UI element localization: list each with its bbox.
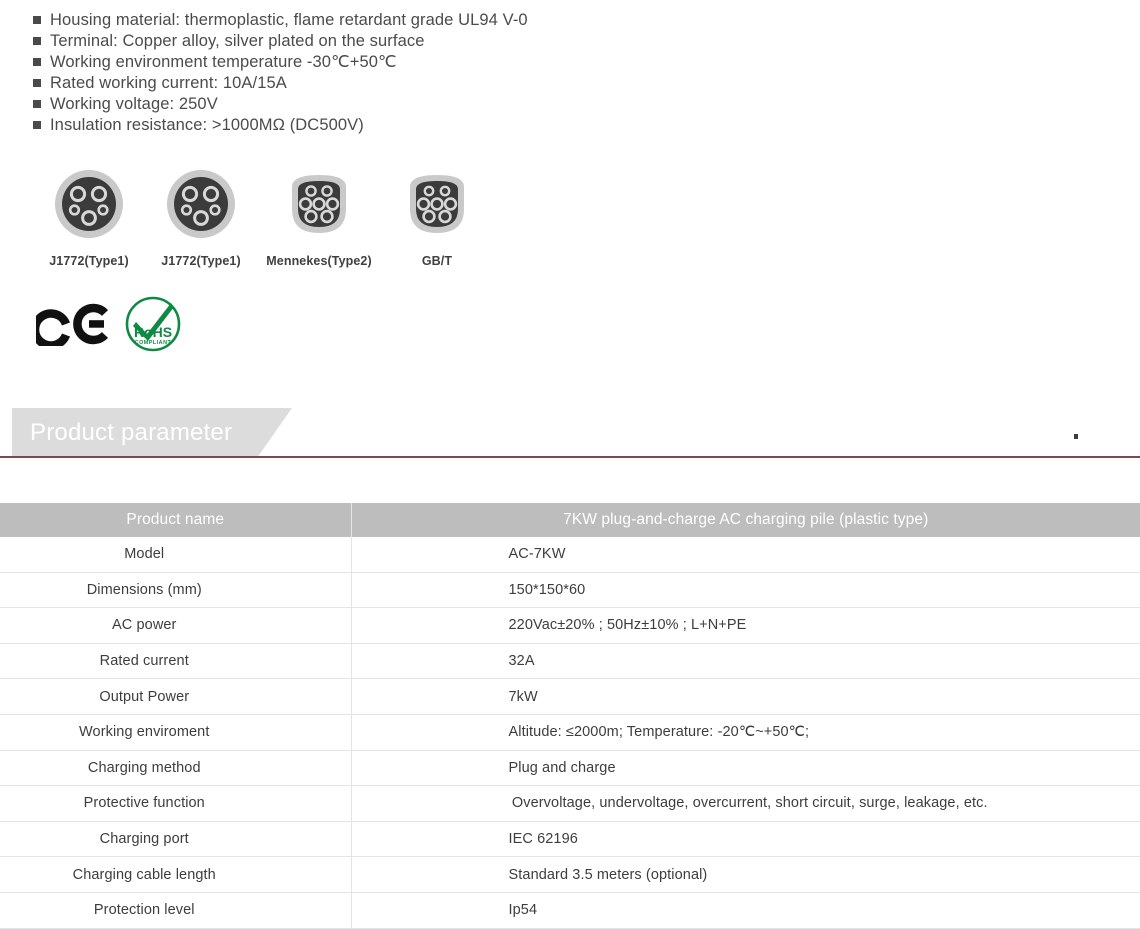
spec-list-item: Working environment temperature -30℃+50℃	[0, 52, 1140, 73]
connector-item: J1772(Type1)	[148, 168, 254, 268]
section-banner: Product parameter	[0, 408, 1140, 468]
table-cell-parameter-value: 150*150*60	[351, 572, 1140, 609]
square-bullet-icon	[33, 100, 41, 108]
square-bullet-icon	[33, 16, 41, 24]
table-row: Protective function Overvoltage, undervol…	[0, 785, 1140, 822]
connector-item: GB/T	[398, 168, 476, 268]
ce-mark-logo	[36, 303, 109, 346]
table-row: Output Power 7kW	[0, 678, 1140, 715]
table-cell-parameter-name: Dimensions (mm)	[0, 572, 352, 609]
square-bullet-icon	[33, 79, 41, 87]
table-cell-parameter-name: Working enviroment	[0, 714, 352, 751]
table-body: Model AC-7KW Dimensions (mm) 150*150*60 AC p…	[0, 537, 1140, 929]
table-cell-parameter-name: Protection level	[0, 892, 352, 929]
spec-list-item: Housing material: thermoplastic, flame r…	[0, 10, 1140, 31]
connector-types-row: J1772(Type1) J1772(Type1) Mennekes(Type2) G…	[0, 168, 1140, 283]
table-cell-parameter-name: Charging port	[0, 821, 352, 858]
table-row: Charging cable length Standard 3.5 meters…	[0, 856, 1140, 893]
table-cell-parameter-value: Altitude: ≤2000m; Temperature: -20℃~+50℃…	[351, 714, 1140, 751]
table-row: Rated current 32A	[0, 643, 1140, 680]
spec-list-item-label: Working voltage: 250V	[50, 95, 218, 113]
square-bullet-icon	[33, 58, 41, 66]
square-bullet-icon	[33, 121, 41, 129]
spec-list-item: Terminal: Copper alloy, silver plated on…	[0, 31, 1140, 52]
connector-label: Mennekes(Type2)	[266, 254, 372, 268]
table-cell-parameter-name: Protective function	[0, 785, 352, 822]
spec-list-item-label: Housing material: thermoplastic, flame r…	[50, 11, 528, 29]
table-cell-parameter-value: 7kW	[351, 678, 1140, 715]
decorative-dot	[1074, 434, 1078, 439]
spec-list-item: Rated working current: 10A/15A	[0, 73, 1140, 94]
table-cell-parameter-value: AC-7KW	[351, 537, 1140, 573]
certification-logos: RoHS COMPLIANT	[36, 293, 184, 355]
j1772-type1-connector-icon	[148, 168, 254, 240]
spec-list-item-label: Working environment temperature -30℃+50℃	[50, 53, 397, 71]
table-row: Working enviroment Altitude: ≤2000m; Temp…	[0, 714, 1140, 751]
connector-item: J1772(Type1)	[36, 168, 142, 268]
section-title: Product parameter	[30, 419, 233, 446]
svg-text:COMPLIANT: COMPLIANT	[135, 340, 172, 346]
j1772-type1-connector-icon	[36, 168, 142, 240]
table-row: Protection level Ip54	[0, 892, 1140, 929]
square-bullet-icon	[33, 37, 41, 45]
banner-divider-rule	[0, 456, 1140, 458]
table-cell-parameter-value: 32A	[351, 643, 1140, 680]
table-header-product-title: 7KW plug-and-charge AC charging pile (pl…	[351, 503, 1140, 537]
table-row: Model AC-7KW	[0, 537, 1140, 573]
connector-label: J1772(Type1)	[161, 254, 241, 268]
table-row: AC power 220Vac±20% ; 50Hz±10% ; L+N+PE	[0, 607, 1140, 644]
table-cell-parameter-value: Plug and charge	[351, 750, 1140, 787]
spec-list-item-label: Rated working current: 10A/15A	[50, 74, 287, 92]
spec-list-item: Working voltage: 250V	[0, 94, 1140, 115]
mennekes-type2-connector-icon	[260, 168, 378, 240]
table-cell-parameter-value: IEC 62196	[351, 821, 1140, 858]
table-header-row: Product name 7KW plug-and-charge AC char…	[0, 503, 1140, 537]
table-cell-parameter-name: Charging cable length	[0, 856, 352, 893]
gbt-connector-icon	[398, 168, 476, 240]
svg-text:RoHS: RoHS	[134, 324, 172, 340]
rohs-compliant-logo: RoHS COMPLIANT	[125, 296, 181, 352]
table-row: Charging method Plug and charge	[0, 750, 1140, 787]
table-cell-parameter-value: Standard 3.5 meters (optional)	[351, 856, 1140, 893]
connector-label: J1772(Type1)	[49, 254, 129, 268]
table-header-product-name: Product name	[0, 503, 352, 537]
table-cell-parameter-value: 220Vac±20% ; 50Hz±10% ; L+N+PE	[351, 607, 1140, 644]
product-parameter-table: Product name 7KW plug-and-charge AC char…	[0, 503, 1140, 929]
connector-label: GB/T	[421, 254, 453, 268]
spec-list-item-label: Insulation resistance: >1000MΩ (DC500V)	[50, 116, 364, 134]
table-cell-parameter-value: Ip54	[351, 892, 1140, 929]
table-cell-parameter-name: Charging method	[0, 750, 352, 787]
table-row: Charging port IEC 62196	[0, 821, 1140, 858]
table-cell-parameter-value: Overvoltage, undervoltage, overcurrent, …	[351, 785, 1140, 822]
table-cell-parameter-name: AC power	[0, 607, 352, 644]
spec-list-item-label: Terminal: Copper alloy, silver plated on…	[50, 32, 425, 50]
spec-list-item: Insulation resistance: >1000MΩ (DC500V)	[0, 115, 1140, 136]
connector-item: Mennekes(Type2)	[260, 168, 378, 268]
table-row: Dimensions (mm) 150*150*60	[0, 572, 1140, 609]
table-cell-parameter-name: Output Power	[0, 678, 352, 715]
table-cell-parameter-name: Rated current	[0, 643, 352, 680]
table-cell-parameter-name: Model	[0, 537, 352, 573]
specification-list: Housing material: thermoplastic, flame r…	[0, 0, 1140, 136]
